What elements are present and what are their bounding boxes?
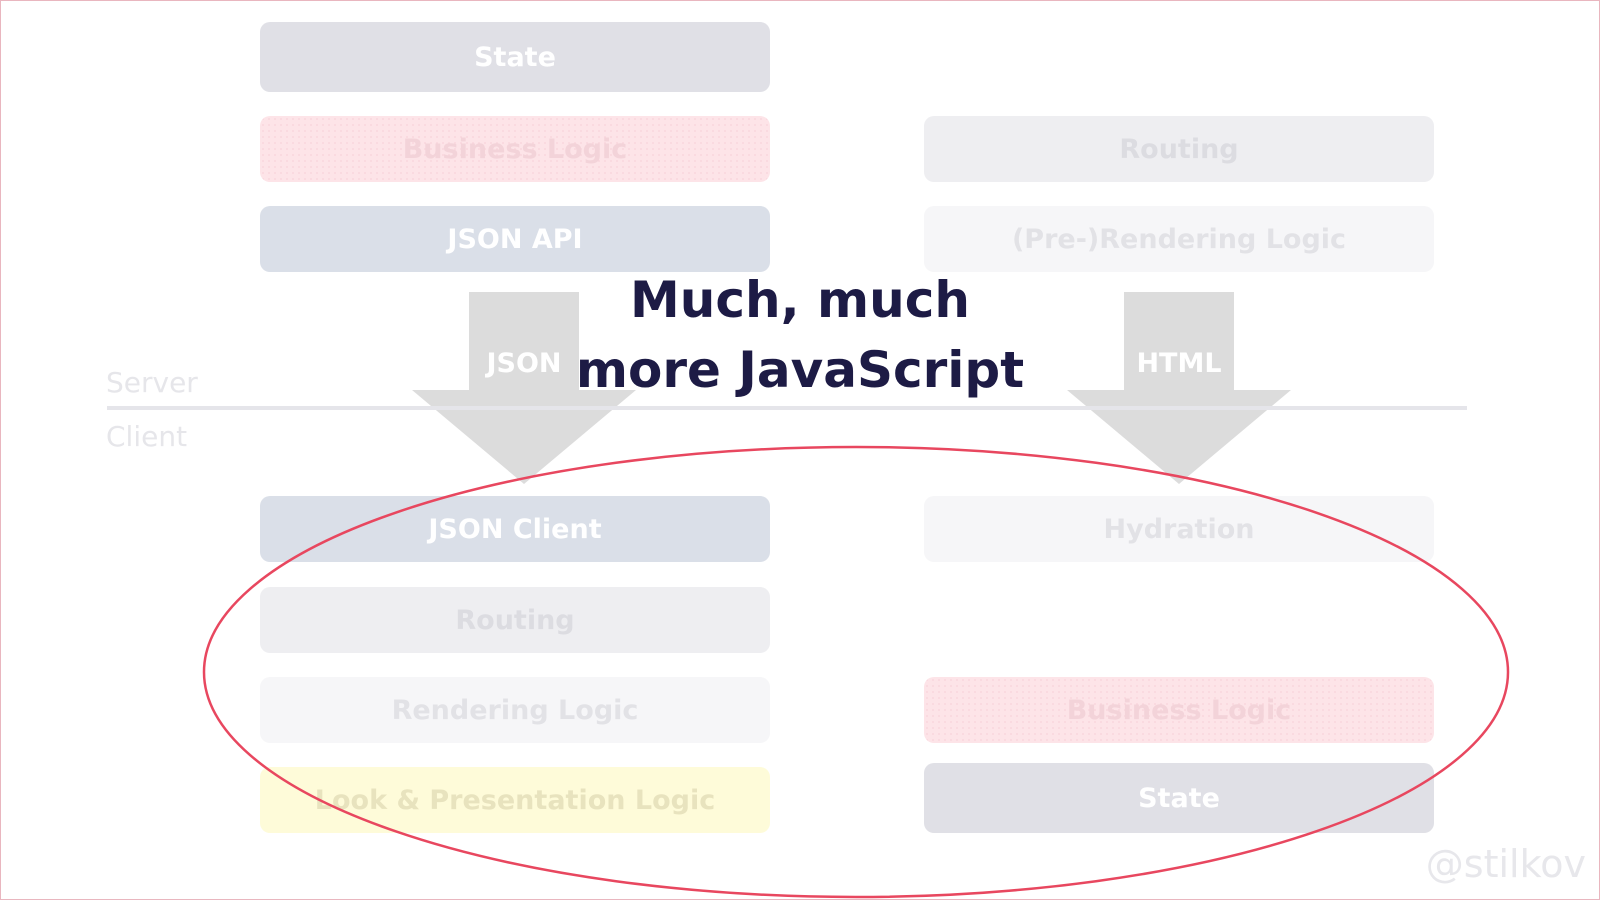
author-handle: @stilkov: [1425, 842, 1586, 886]
client-highlight-ellipse: [202, 445, 1510, 899]
headline-line-2: more JavaScript: [575, 341, 1025, 399]
headline: Much, much more JavaScript: [560, 265, 1040, 405]
headline-line-1: Much, much: [630, 271, 970, 329]
highlight-overlay: [202, 445, 1510, 899]
